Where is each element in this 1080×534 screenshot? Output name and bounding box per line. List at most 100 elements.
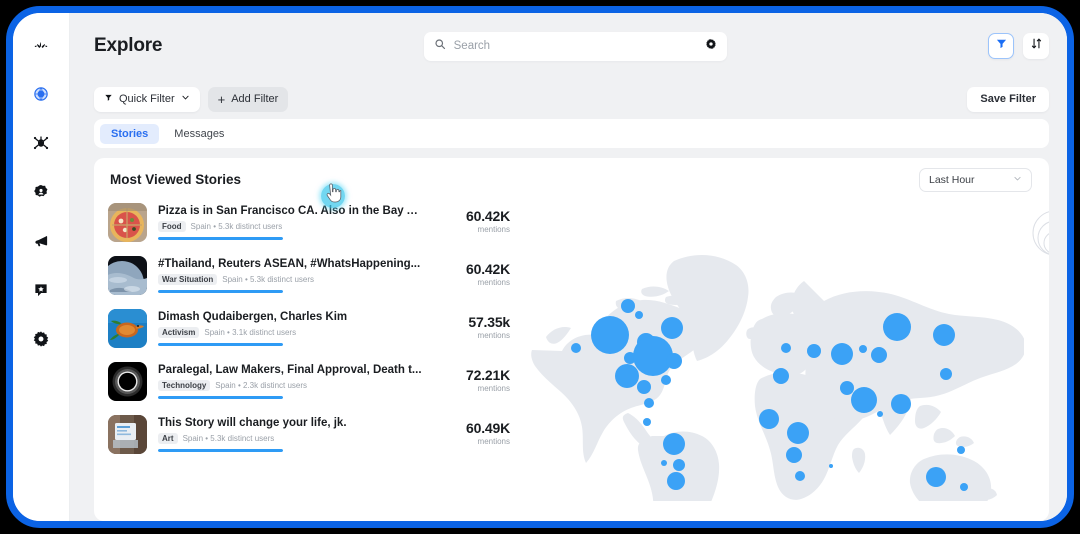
- alert-badge-icon[interactable]: [26, 177, 56, 207]
- map-bubble[interactable]: [957, 446, 965, 454]
- timeframe-select[interactable]: Last Hour: [919, 167, 1032, 192]
- list-item[interactable]: Pizza is in San Francisco CA. Also in th…: [108, 201, 510, 254]
- sort-arrows-icon: [1030, 37, 1043, 55]
- save-filter-button[interactable]: Save Filter: [967, 86, 1049, 112]
- eclipse-photo: [108, 362, 147, 401]
- funnel-icon: [995, 37, 1008, 55]
- map-bubble[interactable]: [940, 368, 952, 380]
- story-info: This Story will change your life, jk. Ar…: [158, 415, 425, 452]
- map-bubble[interactable]: [787, 422, 809, 444]
- filter-toggle-button[interactable]: [988, 33, 1014, 59]
- map-bubble[interactable]: [926, 467, 946, 487]
- story-title: This Story will change your life, jk.: [158, 417, 347, 429]
- mentions-label: mentions: [477, 225, 510, 234]
- map-bubble[interactable]: [781, 343, 791, 353]
- app-window: Explore Search Quick Filter + Add Filter…: [13, 13, 1067, 521]
- mentions-label: mentions: [477, 331, 510, 340]
- megaphone-icon[interactable]: [26, 226, 56, 256]
- tab-messages-label: Messages: [174, 127, 225, 140]
- world-map-bubble-chart[interactable]: [514, 201, 1049, 521]
- tablet-photo: [108, 415, 147, 454]
- globe-icon[interactable]: [26, 79, 56, 109]
- map-bubble[interactable]: [786, 447, 802, 463]
- map-bubble[interactable]: [960, 483, 968, 491]
- add-filter-label: Add Filter: [231, 93, 279, 105]
- story-info: Dimash Qudaibergen, Charles Kim Activism…: [158, 309, 425, 346]
- story-meta-text: Spain • 5.3k distinct users: [190, 222, 283, 231]
- map-bubble[interactable]: [644, 398, 654, 408]
- story-progress-bar: [158, 396, 283, 399]
- map-bubble[interactable]: [661, 375, 671, 385]
- category-tag: Activism: [158, 327, 200, 338]
- map-bubble[interactable]: [666, 353, 682, 369]
- story-meta-text: Spain • 5.3k distinct users: [182, 434, 275, 443]
- list-item[interactable]: This Story will change your life, jk. Ar…: [108, 413, 510, 466]
- story-metrics: 72.21K mentions: [436, 362, 510, 393]
- story-meta-text: Spain • 5.3k distinct users: [222, 275, 314, 284]
- map-bubble[interactable]: [877, 411, 883, 417]
- map-bubble[interactable]: [661, 460, 667, 466]
- add-filter-button[interactable]: + Add Filter: [207, 86, 289, 112]
- map-bubble[interactable]: [663, 433, 685, 455]
- logo-sprout-icon[interactable]: [26, 30, 56, 60]
- map-bubble[interactable]: [795, 471, 805, 481]
- sidebar: [13, 13, 70, 521]
- story-meta: Technology Spain • 2.3k distinct users: [158, 380, 425, 391]
- map-bubble[interactable]: [807, 344, 821, 358]
- list-item[interactable]: #Thailand, Reuters ASEAN, #WhatsHappenin…: [108, 254, 510, 307]
- map-bubble[interactable]: [637, 380, 651, 394]
- story-info: Pizza is in San Francisco CA. Also in th…: [158, 203, 425, 240]
- story-title: Pizza is in San Francisco CA. Also in th…: [158, 205, 425, 217]
- map-bubble[interactable]: [667, 472, 685, 490]
- story-metrics: 57.35k mentions: [436, 309, 510, 340]
- story-metrics: 60.49K mentions: [436, 415, 510, 446]
- story-meta-text: Spain • 3.1k distinct users: [204, 328, 297, 337]
- map-bubble[interactable]: [871, 347, 887, 363]
- category-tag: Technology: [158, 380, 211, 391]
- bug-network-icon[interactable]: [26, 128, 56, 158]
- gear-icon[interactable]: [26, 324, 56, 354]
- category-tag: Art: [158, 433, 178, 444]
- header-actions: [988, 33, 1049, 59]
- story-progress-bar: [158, 343, 283, 346]
- story-progress-bar: [158, 237, 283, 240]
- map-bubble[interactable]: [831, 343, 853, 365]
- tab-messages[interactable]: Messages: [163, 124, 235, 144]
- mentions-count: 60.49K: [466, 420, 510, 436]
- quick-filter-button[interactable]: Quick Filter: [94, 86, 200, 112]
- list-item[interactable]: Paralegal, Law Makers, Final Approval, D…: [108, 360, 510, 413]
- search-box[interactable]: [423, 31, 727, 61]
- map-bubble[interactable]: [891, 394, 911, 414]
- map-bubble[interactable]: [635, 311, 643, 319]
- main-content: Explore Search Quick Filter + Add Filter…: [70, 13, 1067, 521]
- map-bubble[interactable]: [633, 336, 673, 376]
- message-star-icon[interactable]: [26, 275, 56, 305]
- tab-stories[interactable]: Stories: [100, 123, 160, 144]
- map-bubble[interactable]: [829, 464, 833, 468]
- timeframe-value: Last Hour: [929, 173, 975, 186]
- map-bubble[interactable]: [643, 418, 651, 426]
- map-bubble[interactable]: [661, 317, 683, 339]
- map-bubble[interactable]: [859, 345, 867, 353]
- chevron-down-icon: [1013, 174, 1022, 185]
- map-bubble[interactable]: [759, 409, 779, 429]
- sort-button[interactable]: [1023, 33, 1049, 59]
- search-settings-gear-icon[interactable]: [705, 37, 717, 55]
- map-bubble[interactable]: [673, 459, 685, 471]
- page-title: Explore: [94, 35, 163, 56]
- map-bubble[interactable]: [591, 316, 629, 354]
- quick-filter-label: Quick Filter: [119, 93, 175, 105]
- story-meta: War Situation Spain • 5.3k distinct user…: [158, 274, 425, 285]
- map-bubble[interactable]: [773, 371, 781, 379]
- search-input[interactable]: [453, 40, 697, 52]
- map-bubble[interactable]: [621, 299, 635, 313]
- story-meta: Art Spain • 5.3k distinct users: [158, 433, 425, 444]
- map-bubble[interactable]: [933, 324, 955, 346]
- map-bubble[interactable]: [840, 381, 854, 395]
- list-item[interactable]: Dimash Qudaibergen, Charles Kim Activism…: [108, 307, 510, 360]
- map-bubble[interactable]: [615, 364, 639, 388]
- map-bubble[interactable]: [571, 343, 581, 353]
- pizza-photo: [108, 203, 147, 242]
- map-bubble[interactable]: [851, 387, 877, 413]
- map-bubble[interactable]: [883, 313, 911, 341]
